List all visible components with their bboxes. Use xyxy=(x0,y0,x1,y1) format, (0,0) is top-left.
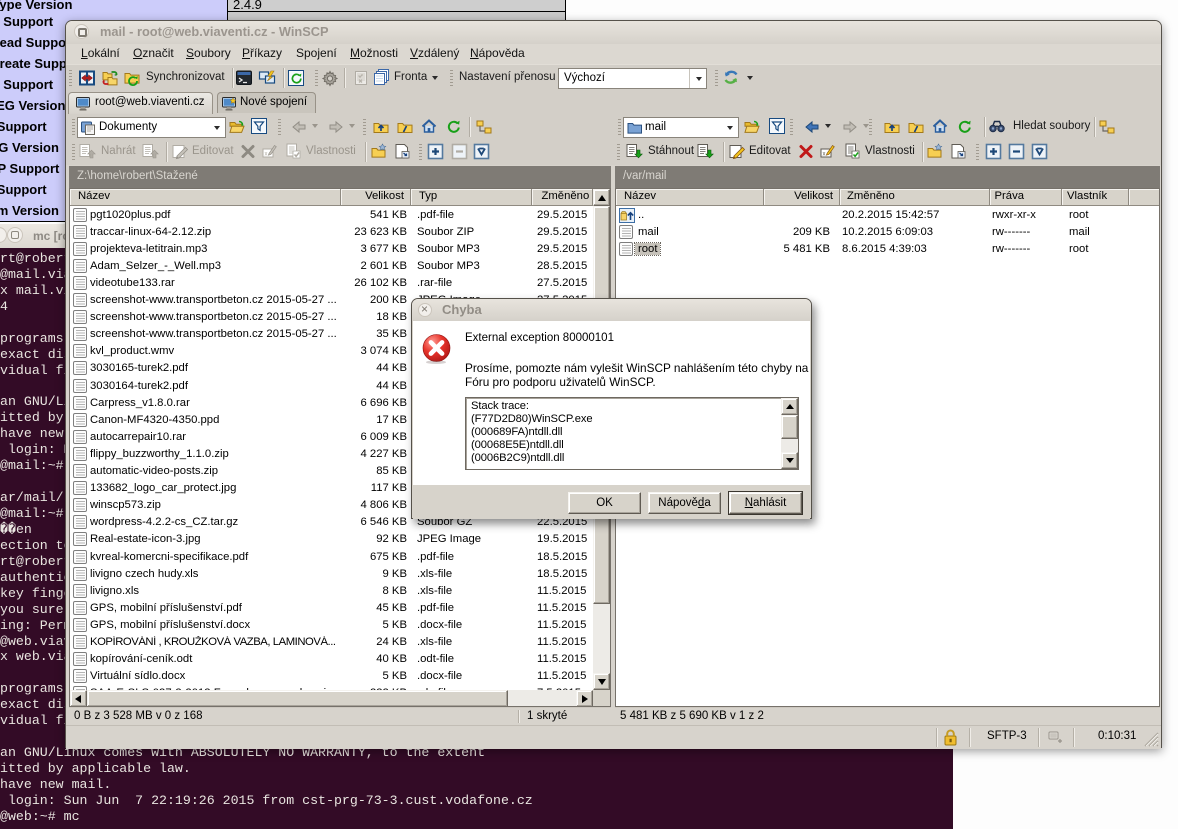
svg-text:x: x xyxy=(265,152,268,158)
svg-text:x: x xyxy=(823,152,826,158)
